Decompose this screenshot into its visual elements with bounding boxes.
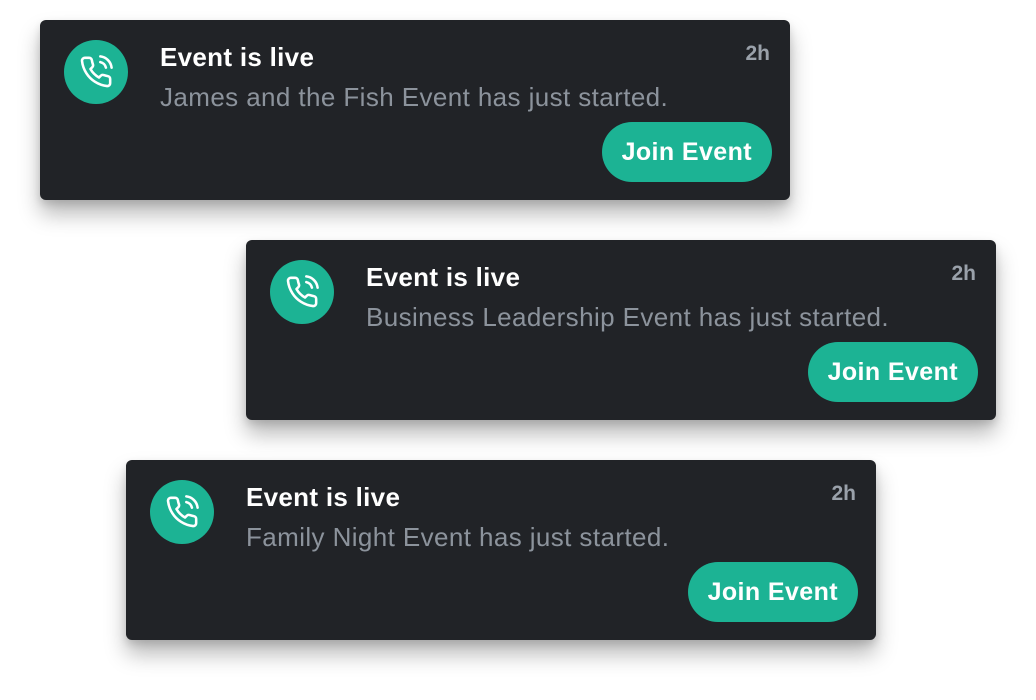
- notification-message: Business Leadership Event has just start…: [366, 302, 890, 332]
- notification-title: Event is live: [160, 42, 315, 72]
- join-event-button[interactable]: Join Event: [601, 122, 772, 182]
- notification-title: Event is live: [246, 482, 401, 512]
- notification-title: Event is live: [366, 262, 521, 292]
- phone-call-icon: [64, 40, 128, 104]
- notification-message: Family Night Event has just started.: [246, 522, 670, 552]
- notification-card: Event is live James and the Fish Event h…: [40, 20, 790, 200]
- join-event-button[interactable]: Join Event: [687, 562, 858, 622]
- phone-call-icon: [270, 260, 334, 324]
- notification-message: James and the Fish Event has just starte…: [160, 82, 669, 112]
- join-event-button[interactable]: Join Event: [807, 342, 978, 402]
- notification-card: Event is live Business Leadership Event …: [246, 240, 996, 420]
- notification-time: 2h: [745, 42, 770, 65]
- notification-time: 2h: [831, 482, 856, 505]
- phone-call-icon: [150, 480, 214, 544]
- notification-time: 2h: [951, 262, 976, 285]
- notification-card: Event is live Family Night Event has jus…: [126, 460, 876, 640]
